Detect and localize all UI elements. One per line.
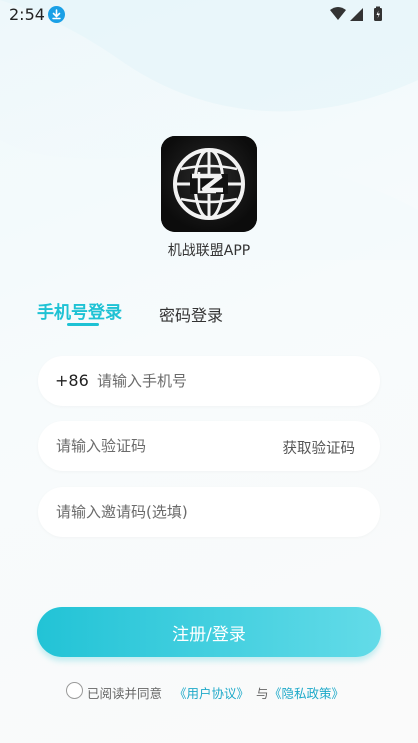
- globe-logo-icon: [161, 136, 257, 232]
- phone-input[interactable]: [97, 356, 357, 406]
- invite-code-input[interactable]: [56, 487, 356, 537]
- signal-icon: [350, 8, 363, 21]
- status-bar: 2:54: [0, 0, 418, 30]
- status-time: 2:54: [9, 5, 45, 24]
- tab-phone-login[interactable]: 手机号登录: [37, 298, 122, 323]
- battery-icon: [374, 6, 382, 21]
- register-login-button[interactable]: 注册/登录: [37, 607, 381, 657]
- country-code-prefix[interactable]: +86: [55, 371, 89, 390]
- agreement-connector-text: 与: [256, 686, 269, 701]
- app-logo: [161, 136, 257, 232]
- agreement-checkbox[interactable]: [66, 682, 83, 699]
- system-status-icons: [330, 6, 382, 21]
- tab-password-login[interactable]: 密码登录: [159, 302, 223, 326]
- app-name: 机战联盟APP: [167, 243, 251, 259]
- user-agreement-link[interactable]: 《用户协议》: [174, 683, 249, 702]
- verification-code-field: 获取验证码: [38, 421, 380, 471]
- privacy-policy-link[interactable]: 《隐私政策》: [269, 683, 344, 702]
- wifi-icon: [330, 7, 346, 20]
- download-icon: [48, 6, 65, 23]
- invite-code-field: [38, 487, 380, 537]
- verification-code-input[interactable]: [56, 421, 256, 471]
- agreement-prefix-text: 已阅读并同意: [87, 686, 163, 701]
- active-tab-indicator: [67, 323, 99, 326]
- get-code-button[interactable]: 获取验证码: [283, 437, 356, 458]
- phone-field: +86: [38, 356, 380, 406]
